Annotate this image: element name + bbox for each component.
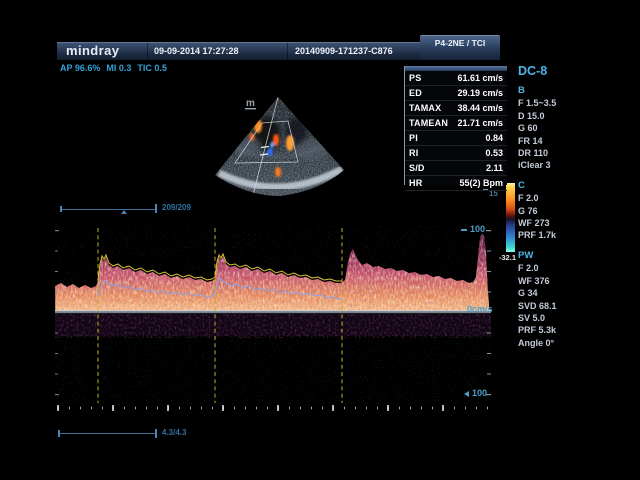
orientation-marker-underline [245, 108, 256, 109]
header-divider [287, 43, 288, 60]
pw-mode-title: PW [518, 250, 588, 262]
cine-end-tick [155, 204, 157, 213]
measure-value: 0.84 [485, 133, 503, 143]
measure-label: PS [409, 73, 421, 83]
cine-duration-counter: 4.3/4.3 [162, 428, 186, 437]
param-line: G 60 [518, 122, 588, 134]
pw-mode-params: PW F 2.0 WF 376 G 34 SVD 68.1 SV 5.0 PRF… [518, 250, 588, 349]
param-line: PRF 1.7k [518, 229, 588, 241]
b-mode-title: B [518, 85, 588, 97]
measure-label: HR [409, 178, 422, 188]
brand-logo: mindray [66, 43, 119, 58]
measure-label: TAMEAN [409, 118, 448, 128]
orientation-marker: m [246, 98, 255, 109]
cine-end-tick [155, 429, 157, 438]
velocity-scale-top: 100 [470, 224, 485, 234]
measurement-row: S/D 2.11 [405, 161, 507, 176]
doppler-baseline [55, 310, 491, 311]
tic-value: TIC 0.5 [137, 63, 167, 73]
ultrasound-screen: mindray 09-09-2014 17:27:28 20140909-171… [0, 0, 640, 480]
param-line: SVD 68.1 [518, 300, 588, 312]
param-line: G 34 [518, 287, 588, 299]
cine-position-marker[interactable] [121, 210, 127, 214]
color-mode-title: C [518, 180, 588, 192]
b-mode-image: m [192, 84, 362, 198]
param-line: G 76 [518, 205, 588, 217]
color-mode-params: C F 2.0 G 76 WF 273 PRF 1.7k [518, 180, 588, 242]
cine-start-tick [58, 430, 60, 437]
cine-track[interactable] [60, 209, 156, 210]
b-mode-params: B F 1.5~3.5 D 15.0 G 60 FR 14 DR 110 iCl… [518, 85, 588, 172]
time-scale [57, 405, 491, 411]
measure-label: ED [409, 88, 422, 98]
velocity-scale-bottom: 100 [472, 388, 487, 398]
measure-label: PI [409, 133, 418, 143]
axis-tick-dash [461, 229, 467, 231]
measure-value: 61.61 cm/s [457, 73, 503, 83]
measurement-row: PI 0.84 [405, 131, 507, 146]
measure-value: 2.11 [486, 163, 503, 173]
color-velocity-bar [506, 183, 515, 252]
baseline-arrow-icon [464, 391, 469, 397]
spectral-doppler-display [55, 222, 495, 418]
doppler-baseline-shadow [55, 311, 491, 313]
param-line: WF 273 [518, 217, 588, 229]
cine-track[interactable] [58, 433, 156, 434]
measure-value: 55(2) Bpm [459, 178, 503, 188]
sector-area [192, 84, 362, 198]
exam-id-text: 20140909-171237-C876 [295, 46, 393, 56]
cine-frame-counter: 209/209 [162, 203, 191, 212]
param-line: DR 110 [518, 147, 588, 159]
measurement-row: TAMEAN 21.71 cm/s [405, 116, 507, 131]
param-line: WF 376 [518, 275, 588, 287]
baseline-label: 0cm/s [467, 304, 493, 314]
measure-label: S/D [409, 163, 425, 173]
param-line: iClear 3 [518, 159, 588, 171]
measure-value: 29.19 cm/s [457, 88, 503, 98]
measurement-row: PS 61.61 cm/s [405, 71, 507, 86]
parameter-sidebar: DC-8 B F 1.5~3.5 D 15.0 G 60 FR 14 DR 11… [518, 64, 588, 357]
ap-value: AP 96.6% [60, 63, 100, 73]
measure-value: 21.71 cm/s [457, 118, 503, 128]
header-divider [147, 43, 148, 60]
measurement-row: RI 0.53 [405, 146, 507, 161]
param-line: SV 5.0 [518, 312, 588, 324]
acoustic-output-status: AP 96.6% MI 0.3 TIC 0.5 [60, 63, 173, 73]
param-line: D 15.0 [518, 110, 588, 122]
probe-mode-tab: P4-2NE / TCI [420, 35, 500, 60]
measure-value: 0.53 [485, 148, 503, 158]
param-line: FR 14 [518, 135, 588, 147]
measurement-row: HR 55(2) Bpm [405, 176, 507, 191]
measure-label: TAMAX [409, 103, 441, 113]
measure-value: 38.44 cm/s [457, 103, 503, 113]
measurement-row: ED 29.19 cm/s [405, 86, 507, 101]
measure-label: RI [409, 148, 418, 158]
measurement-results-panel: PS 61.61 cm/s ED 29.19 cm/s TAMAX 38.44 cm/… [404, 66, 507, 185]
param-line: F 2.0 [518, 192, 588, 204]
param-line: Angle 0° [518, 337, 588, 349]
datetime-text: 09-09-2014 17:27:28 [154, 46, 239, 56]
param-line: F 2.0 [518, 262, 588, 274]
measurement-row: TAMAX 38.44 cm/s [405, 101, 507, 116]
mi-value: MI 0.3 [106, 63, 131, 73]
cine-start-tick [60, 206, 62, 212]
param-line: PRF 5.3k [518, 324, 588, 336]
param-line: F 1.5~3.5 [518, 97, 588, 109]
system-name: DC-8 [518, 64, 588, 78]
